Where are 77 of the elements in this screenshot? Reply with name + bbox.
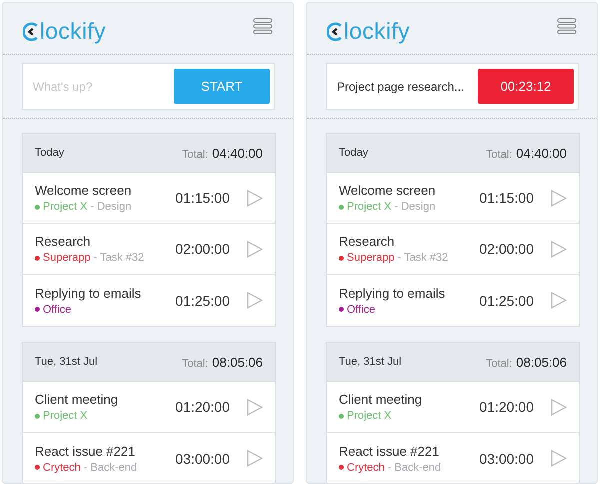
- entry-title: React issue #221: [35, 444, 136, 458]
- logo-text: lockify: [344, 18, 410, 45]
- entry-duration: 02:00:00: [176, 241, 230, 257]
- total-value: 08:05:06: [212, 354, 263, 370]
- total-value: 04:40:00: [212, 146, 263, 160]
- time-entry-row[interactable]: React issue #221 Crytech - Back-end 03:00:00: [23, 433, 275, 483]
- task-name: - Task #32: [94, 252, 144, 264]
- entry-title: Replying to emails: [339, 286, 446, 300]
- time-entry-row[interactable]: Welcome screen Project X - Design 01:15:00: [23, 173, 275, 224]
- task-name: - Task #32: [398, 252, 448, 264]
- time-entry-row[interactable]: Replying to emails Office 01:25:00: [327, 275, 579, 326]
- day-label: Tue, 31st Jul: [339, 356, 402, 368]
- entry-title: Welcome screen: [35, 183, 133, 198]
- entry-title: Client meeting: [339, 392, 424, 407]
- total-value: 08:05:06: [516, 354, 567, 370]
- time-entry-row[interactable]: Replying to emails Office 01:25:00: [23, 275, 275, 326]
- project-name: Project X: [347, 410, 392, 422]
- entry-duration: 01:25:00: [176, 292, 230, 308]
- day-label: Today: [35, 147, 64, 159]
- time-entry-row[interactable]: Research Superapp - Task #32 02:00:00: [327, 224, 579, 275]
- entry-duration: 01:20:00: [480, 399, 534, 415]
- project-name: Office: [347, 304, 376, 316]
- play-icon[interactable]: [247, 190, 263, 206]
- task-name: - Back-end: [84, 462, 138, 474]
- task-name: - Design: [394, 201, 436, 213]
- task-name: - Design: [90, 201, 132, 213]
- total-value: 04:40:00: [516, 146, 567, 160]
- play-icon[interactable]: [551, 190, 567, 206]
- logo-icon: [23, 22, 39, 42]
- play-icon[interactable]: [551, 292, 567, 309]
- day-label: Today: [339, 147, 368, 159]
- entry-title: Welcome screen: [339, 183, 437, 198]
- entry-title: Replying to emails: [35, 286, 142, 300]
- entry-title: Research: [339, 234, 396, 249]
- description-field[interactable]: Project page research...: [331, 80, 478, 94]
- entry-duration: 02:00:00: [480, 241, 534, 257]
- description-field[interactable]: What's up?: [27, 80, 174, 94]
- entry-duration: 01:15:00: [176, 190, 230, 206]
- play-icon[interactable]: [247, 292, 263, 309]
- time-entry-row[interactable]: React issue #221 Crytech - Back-end 03:00:00: [327, 433, 579, 483]
- time-entry-row[interactable]: Research Superapp - Task #32 02:00:00: [23, 224, 275, 275]
- project-name: Office: [43, 304, 72, 316]
- task-name: - Back-end: [388, 462, 442, 474]
- time-entry-row[interactable]: Client meeting Project X 01:20:00: [327, 382, 579, 433]
- play-icon[interactable]: [551, 398, 567, 416]
- entry-duration: 01:20:00: [176, 399, 230, 415]
- entry-duration: 01:25:00: [480, 292, 534, 308]
- play-icon[interactable]: [247, 240, 263, 258]
- play-icon[interactable]: [551, 450, 567, 467]
- project-name: Project X: [347, 201, 392, 213]
- entry-title: Client meeting: [35, 392, 120, 407]
- entry-duration: 01:15:00: [480, 190, 534, 206]
- time-entry-row[interactable]: Client meeting Project X 01:20:00: [23, 382, 275, 433]
- entry-duration: 03:00:00: [176, 450, 230, 466]
- stop-timer-button[interactable]: 00:23:12: [478, 69, 574, 104]
- total-label: Total:: [182, 148, 208, 160]
- logo-icon: [327, 22, 343, 42]
- project-name: Crytech: [347, 462, 385, 474]
- menu-icon[interactable]: [253, 18, 273, 35]
- play-icon[interactable]: [247, 450, 263, 467]
- entry-title: React issue #221: [339, 444, 440, 458]
- entry-duration: 03:00:00: [480, 450, 534, 466]
- logo-text: lockify: [40, 18, 106, 45]
- project-name: Superapp: [43, 252, 91, 264]
- menu-icon[interactable]: [557, 18, 577, 35]
- total-label: Total:: [486, 358, 512, 370]
- project-name: Project X: [43, 201, 88, 213]
- total-label: Total:: [182, 358, 208, 370]
- play-icon[interactable]: [247, 398, 263, 416]
- total-label: Total:: [486, 148, 512, 160]
- project-name: Crytech: [43, 462, 81, 474]
- project-name: Superapp: [347, 252, 395, 264]
- play-icon[interactable]: [551, 240, 567, 258]
- time-entry-row[interactable]: Welcome screen Project X - Design 01:15:00: [327, 173, 579, 224]
- project-name: Project X: [43, 410, 88, 422]
- entry-title: Research: [35, 234, 92, 249]
- day-label: Tue, 31st Jul: [35, 356, 98, 368]
